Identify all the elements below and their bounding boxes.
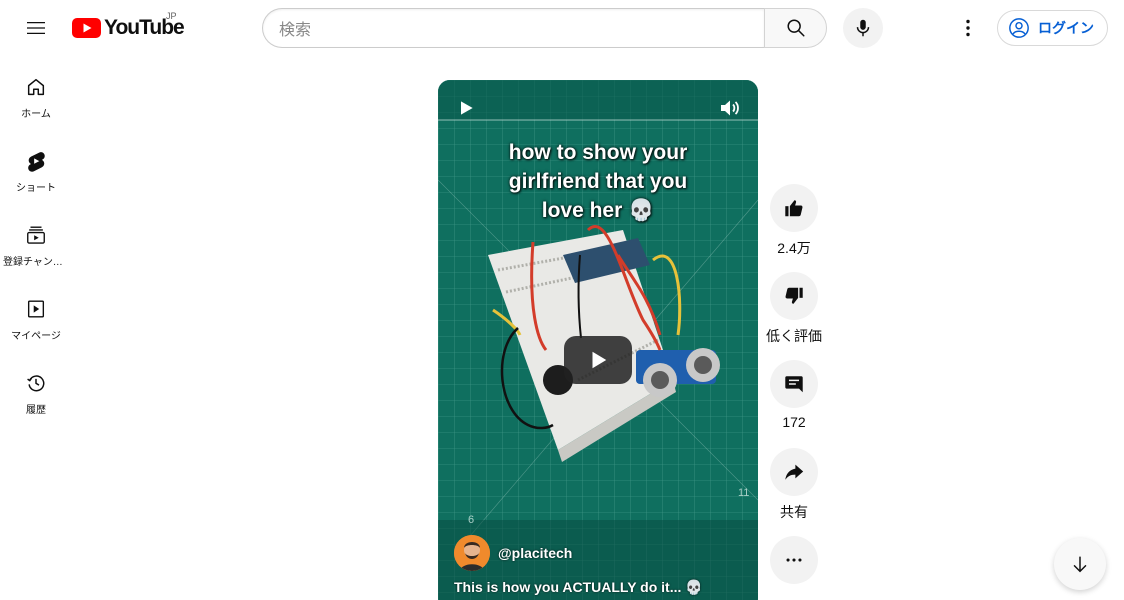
account-circle-icon bbox=[1009, 18, 1029, 38]
mini-guide-sidebar: ホーム ショート 登録チャンネル マイページ 履歴 bbox=[0, 56, 72, 426]
guide-menu-button[interactable] bbox=[16, 8, 56, 48]
like-action: 2.4万 bbox=[770, 184, 818, 258]
share-button[interactable] bbox=[770, 448, 818, 496]
comments-button[interactable] bbox=[770, 360, 818, 408]
like-button[interactable] bbox=[770, 184, 818, 232]
you-icon bbox=[27, 300, 45, 318]
share-arrow-icon bbox=[785, 464, 804, 480]
sidebar-item-label: 登録チャンネル bbox=[3, 257, 69, 268]
search-input[interactable]: 検索 bbox=[262, 8, 764, 48]
shorts-video-player[interactable]: 6 11 how to show your girlfriend that yo… bbox=[438, 80, 758, 600]
search-placeholder: 検索 bbox=[279, 22, 312, 39]
home-icon bbox=[27, 78, 45, 96]
masthead: YouTube JP 検索 ログイン bbox=[0, 0, 1124, 56]
comments-action: 172 bbox=[770, 360, 818, 430]
sidebar-item-label: マイページ bbox=[11, 331, 61, 342]
video-caption-overlay: how to show your girlfriend that you lov… bbox=[438, 138, 758, 225]
microphone-icon bbox=[856, 19, 870, 37]
arrow-down-icon bbox=[1073, 556, 1087, 573]
sidebar-item-subscriptions[interactable]: 登録チャンネル bbox=[0, 204, 72, 278]
login-label: ログイン bbox=[1038, 20, 1094, 36]
comment-icon bbox=[785, 376, 803, 393]
sidebar-item-history[interactable]: 履歴 bbox=[0, 352, 72, 426]
channel-handle[interactable]: @placitech bbox=[498, 545, 572, 561]
thumbs-up-icon bbox=[785, 200, 803, 217]
youtube-play-logo-icon bbox=[72, 18, 101, 38]
more-action bbox=[770, 536, 818, 584]
avatar[interactable] bbox=[454, 535, 490, 571]
sidebar-item-shorts[interactable]: ショート bbox=[0, 130, 72, 204]
dislike-button[interactable] bbox=[770, 272, 818, 320]
thumbs-down-icon bbox=[785, 287, 803, 304]
hamburger-menu-icon bbox=[27, 22, 45, 34]
video-title[interactable]: This is how you ACTUALLY do it... 💀 bbox=[454, 579, 703, 596]
share-action: 共有 bbox=[770, 448, 818, 522]
login-button[interactable]: ログイン bbox=[997, 10, 1108, 46]
volume-icon[interactable] bbox=[718, 96, 742, 120]
shorts-icon bbox=[28, 152, 45, 172]
more-horizontal-icon bbox=[786, 558, 802, 562]
youtube-logo[interactable]: YouTube JP bbox=[72, 11, 185, 41]
settings-more-button[interactable] bbox=[948, 8, 988, 48]
country-code: JP bbox=[166, 11, 177, 21]
caption-line: how to show your bbox=[508, 141, 688, 164]
svg-text:6: 6 bbox=[468, 514, 474, 526]
like-count: 2.4万 bbox=[777, 240, 811, 256]
sidebar-item-label: ホーム bbox=[21, 109, 51, 120]
channel-avatar-image bbox=[454, 535, 490, 571]
caption-line: love her 💀 bbox=[541, 199, 655, 222]
channel-info[interactable]: @placitech bbox=[454, 535, 572, 571]
dislike-action: 低く評価 bbox=[766, 272, 822, 346]
more-actions-button[interactable] bbox=[770, 536, 818, 584]
subscriptions-icon bbox=[27, 226, 45, 244]
history-icon bbox=[27, 375, 45, 392]
dislike-label: 低く評価 bbox=[766, 328, 822, 344]
large-play-button[interactable] bbox=[564, 336, 632, 384]
sidebar-item-home[interactable]: ホーム bbox=[0, 56, 72, 130]
search-button[interactable] bbox=[764, 8, 827, 48]
share-label: 共有 bbox=[780, 504, 808, 520]
sidebar-item-label: ショート bbox=[16, 183, 56, 194]
play-icon[interactable] bbox=[456, 98, 476, 118]
caption-line: girlfriend that you bbox=[508, 170, 688, 193]
more-vertical-icon bbox=[966, 19, 970, 37]
play-triangle-icon bbox=[592, 351, 607, 369]
sidebar-item-label: 履歴 bbox=[26, 405, 46, 416]
svg-text:11: 11 bbox=[738, 487, 749, 499]
next-video-button[interactable] bbox=[1054, 538, 1106, 590]
sidebar-item-you[interactable]: マイページ bbox=[0, 278, 72, 352]
comment-count: 172 bbox=[782, 414, 806, 430]
search-icon bbox=[786, 19, 805, 37]
voice-search-button[interactable] bbox=[843, 8, 883, 48]
